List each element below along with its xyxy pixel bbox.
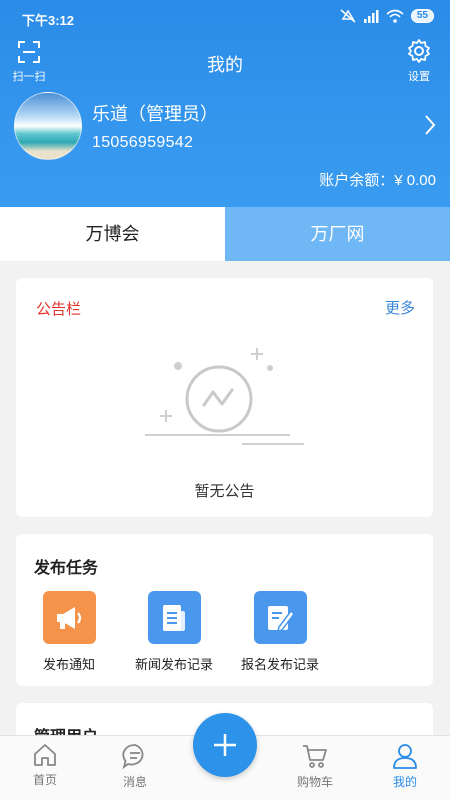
publish-notice-button[interactable]: 发布通知 (34, 591, 104, 673)
add-button[interactable] (193, 713, 257, 777)
page-title: 我的 (207, 55, 243, 75)
wifi-icon (386, 9, 404, 23)
home-icon (34, 744, 56, 766)
status-icons: 55 (340, 9, 434, 23)
task-label: 报名发布记录 (240, 657, 319, 672)
cart-icon (303, 745, 327, 768)
phone-number: 15056959542 (92, 134, 194, 151)
news-record-button[interactable]: 新闻发布记录 (124, 591, 224, 673)
task-section-title: 发布任务 (34, 560, 99, 577)
chevron-right-icon[interactable] (424, 114, 436, 136)
tab-wanbohui[interactable]: 万博会 (0, 207, 225, 261)
status-bar: 下午3:12 55 (0, 0, 450, 36)
empty-state-icon (145, 348, 304, 445)
tabbar-home[interactable]: 首页 (5, 742, 85, 788)
mute-icon (340, 9, 356, 23)
site-tabs: 万博会 万厂网 (0, 207, 450, 261)
tabbar-label: 购物车 (296, 775, 333, 789)
edit-doc-icon (253, 591, 307, 644)
notice-card: 公告栏 更多 暂无公告 (16, 278, 433, 517)
tabbar-messages[interactable]: 消息 (95, 742, 175, 790)
settings-label: 设置 (408, 71, 430, 83)
megaphone-icon (42, 591, 96, 644)
tabbar-mine[interactable]: 我的 (365, 742, 445, 790)
notice-title: 公告栏 (36, 301, 82, 318)
signup-record-button[interactable]: 报名发布记录 (230, 591, 330, 673)
user-icon (393, 744, 417, 769)
gear-icon (408, 39, 430, 63)
chat-icon (122, 744, 144, 770)
empty-notice-text: 暂无公告 (194, 483, 255, 500)
tabbar-label: 我的 (392, 775, 417, 789)
tabbar-cart[interactable]: 购物车 (275, 742, 355, 790)
news-doc-icon (147, 591, 201, 644)
task-label: 新闻发布记录 (134, 657, 213, 672)
publish-task-card: 发布任务 发布通知 新闻发布记录 报名发布记录 (16, 534, 433, 686)
plus-icon (214, 734, 236, 756)
battery-indicator: 55 (410, 9, 434, 23)
settings-button[interactable]: 设置 (402, 38, 436, 84)
avatar[interactable] (14, 92, 82, 160)
tabbar-label: 首页 (32, 773, 57, 787)
account-balance: 账户余额：¥ 0.00 (319, 172, 436, 189)
status-time: 下午3:12 (22, 13, 75, 28)
tab-wanchangwang[interactable]: 万厂网 (225, 207, 450, 261)
task-label: 发布通知 (42, 657, 95, 672)
notice-more-link[interactable]: 更多 (385, 297, 415, 318)
tabbar-label: 消息 (122, 775, 147, 789)
profile-header: 下午3:12 55 扫一扫 我的 设置 乐道（管理员） 15056959542 … (0, 0, 450, 207)
username: 乐道（管理员） (92, 104, 218, 124)
signal-icon (363, 10, 379, 23)
